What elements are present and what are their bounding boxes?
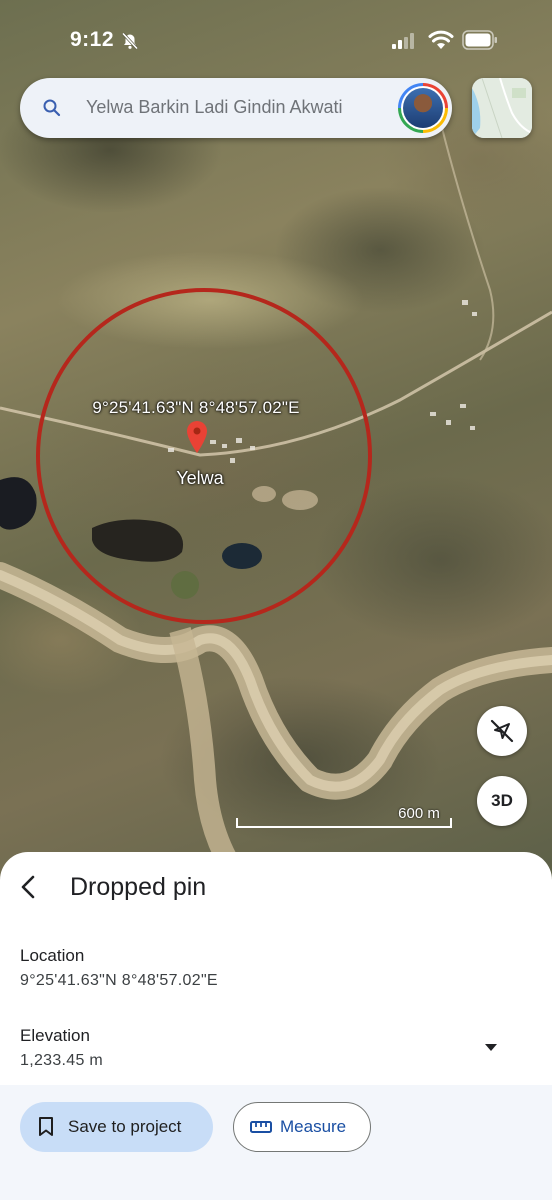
status-bar: 9:12 — [0, 0, 552, 80]
action-bar: Save to project Measure — [0, 1085, 552, 1200]
avatar[interactable] — [398, 83, 448, 133]
battery-icon — [462, 30, 497, 50]
avatar-image — [403, 88, 443, 128]
wifi-icon — [428, 30, 454, 49]
sheet-title: Dropped pin — [70, 873, 207, 901]
map-pin-icon[interactable] — [185, 420, 209, 454]
3d-toggle-button[interactable]: 3D — [477, 776, 527, 826]
save-to-project-label: Save to project — [68, 1117, 182, 1136]
elevation-label: Elevation — [20, 1026, 90, 1045]
location-value: 9°25'41.63"N 8°48'57.02"E — [20, 972, 218, 989]
search-query[interactable]: Yelwa Barkin Ladi Gindin Akwati — [86, 97, 408, 118]
save-to-project-button[interactable]: Save to project — [20, 1102, 213, 1152]
expand-dropdown-icon[interactable] — [482, 1040, 500, 1054]
elevation-value: 1,233.45 m — [20, 1052, 104, 1069]
back-arrow-icon[interactable] — [14, 872, 44, 902]
search-bar[interactable]: Yelwa Barkin Ladi Gindin Akwati — [20, 78, 452, 138]
search-icon — [43, 99, 61, 117]
map-layers-button[interactable] — [472, 78, 532, 138]
bookmark-icon — [39, 1117, 53, 1136]
satellite-map[interactable]: 9:12 Yelwa Barkin Ladi Gindin Akwati 9°2… — [0, 0, 552, 880]
measure-button[interactable]: Measure — [233, 1102, 371, 1152]
bottom-sheet: Dropped pin Location 9°25'41.63"N 8°48'5… — [0, 852, 552, 1200]
pin-coordinates-label: 9°25'41.63"N 8°48'57.02"E — [92, 398, 300, 417]
location-off-icon — [490, 719, 514, 743]
signal-icon — [392, 33, 414, 49]
measure-label: Measure — [280, 1117, 347, 1136]
bell-slash-icon — [121, 32, 139, 50]
status-time: 9:12 — [70, 28, 115, 51]
place-label[interactable]: Yelwa — [158, 468, 242, 489]
map-thumbnail-icon — [472, 78, 532, 138]
scale-bar — [236, 818, 452, 828]
location-label: Location — [20, 946, 85, 965]
ruler-icon — [250, 1121, 272, 1133]
compass-button[interactable] — [477, 706, 527, 756]
